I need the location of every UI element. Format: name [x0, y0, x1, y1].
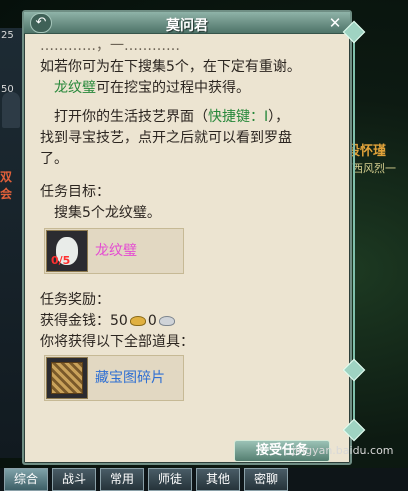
watermark: jingyan.baidu.com — [292, 444, 394, 457]
silver-ingot-icon — [158, 316, 175, 326]
scroll-up-icon[interactable] — [342, 20, 366, 44]
hud-red-label: 双会 — [0, 170, 13, 201]
tab-general[interactable]: 综合 — [4, 468, 48, 491]
close-icon: ✕ — [328, 14, 342, 32]
text-line-partial: …………，一………… — [40, 38, 180, 54]
dialog-title: 莫问君 — [166, 18, 208, 34]
quest-dialog: ↶ 莫问君 ✕ …………，一………… 如若你可为在下搜集5个，在下定有重谢。 龙… — [22, 10, 352, 465]
tab-mentor[interactable]: 师徒 — [148, 468, 192, 491]
quest-content: …………，一………… 如若你可为在下搜集5个，在下定有重谢。 龙纹璧可在挖宝的过… — [40, 36, 340, 401]
goal-item-name: 龙纹璧 — [95, 243, 137, 259]
item-link-longwenbi[interactable]: 龙纹璧 — [54, 80, 96, 96]
chat-tabs: 综合 战斗 常用 师徒 其他 密聊 — [0, 468, 408, 491]
title-bar: ↶ 莫问君 ✕ — [24, 12, 350, 34]
jade-icon: 0/5 — [46, 230, 88, 272]
hud-number-mid: 50 — [1, 84, 14, 95]
goal-item-count: 0/5 — [51, 254, 71, 267]
scrollbar[interactable] — [342, 20, 366, 442]
tab-other[interactable]: 其他 — [196, 468, 240, 491]
text-line-1: 如若你可为在下搜集5个，在下定有重谢。 — [40, 59, 301, 75]
text-line-5: 了。 — [40, 151, 68, 167]
text-line-2: 龙纹璧可在挖宝的过程中获得。 — [40, 78, 340, 99]
text-line-3: 打开你的生活技艺界面（快捷键：I）， — [40, 107, 340, 128]
tab-common[interactable]: 常用 — [100, 468, 144, 491]
character-portrait-icon — [2, 92, 20, 128]
reward-label: 任务奖励： — [40, 292, 110, 308]
goal-text: 搜集5个龙纹璧。 — [54, 205, 161, 221]
goal-label: 任务目标： — [40, 184, 110, 200]
tab-combat[interactable]: 战斗 — [52, 468, 96, 491]
money-label: 获得金钱： — [40, 313, 110, 329]
hud-number-top: 25 — [1, 30, 14, 41]
scroll-down-icon[interactable] — [342, 418, 366, 442]
reward-item-name: 藏宝图碎片 — [95, 370, 165, 386]
money-silver: 0 — [147, 313, 157, 329]
text-line-4: 找到寻宝技艺，点开之后就可以看到罗盘 — [40, 130, 292, 146]
left-hud: 25 50 双会 — [0, 28, 22, 458]
hotkey-hint: 快捷键：I — [208, 109, 269, 125]
close-button[interactable]: ✕ — [326, 14, 344, 32]
text-line-3a: 打开你的生活技艺界面（ — [54, 109, 208, 125]
items-label: 你将获得以下全部道具： — [40, 334, 194, 350]
money-row: 获得金钱：50 0 — [40, 311, 340, 332]
tab-whisper[interactable]: 密聊 — [244, 468, 288, 491]
text-line-3b: ）， — [268, 109, 290, 125]
reward-item-slot[interactable]: 藏宝图碎片 — [44, 355, 184, 401]
scroll-thumb[interactable] — [342, 358, 366, 382]
goal-item-slot[interactable]: 0/5 龙纹璧 — [44, 228, 184, 274]
money-gold: 50 — [110, 313, 128, 329]
treasure-map-icon — [46, 357, 88, 399]
gold-ingot-icon — [129, 316, 146, 326]
text-line-2-rest: 可在挖宝的过程中获得。 — [96, 80, 250, 96]
